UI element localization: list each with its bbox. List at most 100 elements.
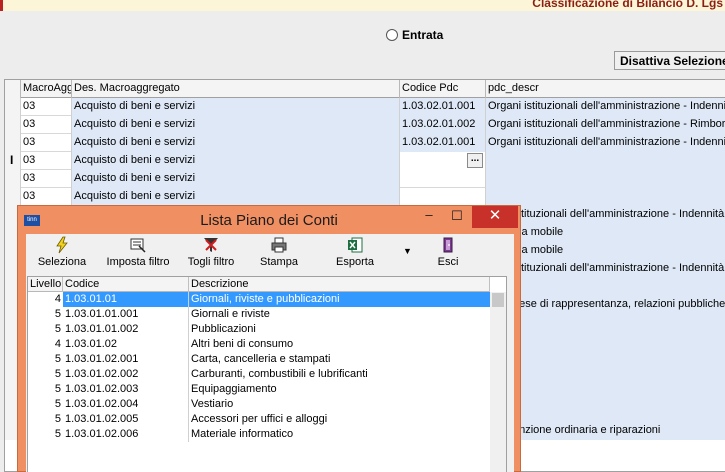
maximize-icon[interactable]: ☐ <box>444 208 470 230</box>
grid-header-pdc-descr[interactable]: pdc_descr <box>486 80 725 98</box>
list-item[interactable]: 4 1.03.01.02 Altri beni di consumo <box>28 337 490 352</box>
row-selector[interactable]: I <box>5 152 21 170</box>
list-item[interactable]: 5 1.03.01.02.005 Accessori per uffici e al… <box>28 412 490 427</box>
grid-header-selector <box>5 80 21 98</box>
row-selector[interactable] <box>5 170 21 188</box>
minimize-icon[interactable]: – <box>416 207 442 229</box>
stampa-button[interactable]: Stampa <box>252 234 306 274</box>
list-cell-descrizione: Carburanti, combustibili e lubrificanti <box>191 368 368 380</box>
cell-des-macro[interactable]: Acquisto di beni e servizi <box>72 188 400 206</box>
esporta-label: Esporta <box>336 256 374 268</box>
list-item[interactable]: 5 1.03.01.01.001 Giornali e riviste <box>28 307 490 322</box>
list-cell-descrizione: Accessori per uffici e alloggi <box>191 413 328 425</box>
cell-des-macro[interactable]: Acquisto di beni e servizi <box>72 152 400 170</box>
list-item[interactable]: 5 1.03.01.02.001 Carta, cancelleria e stam… <box>28 352 490 367</box>
list-cell-descrizione: Vestiario <box>191 398 234 410</box>
cell-des-macro[interactable]: Acquisto di beni e servizi <box>72 116 400 134</box>
table-row[interactable]: 03 Acquisto di beni e servizi <box>5 188 725 206</box>
list-cell-codice: 1.03.01.02.006 <box>63 427 189 442</box>
list-cell-codice: 1.03.01.01.002 <box>63 322 189 337</box>
cell-macroagg[interactable]: 03 <box>21 98 72 116</box>
row-selector[interactable] <box>5 116 21 134</box>
filter-remove-icon <box>204 238 218 252</box>
cell-pdc-descr: Organi istituzionali dell'amministrazion… <box>486 116 725 134</box>
imposta-filtro-label: Imposta filtro <box>106 256 170 268</box>
list-scrollbar-thumb[interactable] <box>492 293 504 307</box>
close-icon[interactable]: ✕ <box>472 206 518 228</box>
cell-pdc-descr <box>486 188 725 206</box>
grid-header-macroagg[interactable]: MacroAgg. <box>21 80 72 98</box>
cell-pdc-descr <box>486 170 725 188</box>
table-row[interactable]: 03 Acquisto di beni e servizi 1.03.02.01.0… <box>5 116 725 134</box>
list-cell-livello: 5 <box>54 428 61 440</box>
list-item[interactable]: 5 1.03.01.02.002 Carburanti, combustibili … <box>28 367 490 382</box>
list-item[interactable]: 5 1.03.01.01.002 Pubblicazioni <box>28 322 490 337</box>
table-row[interactable]: I 03 Acquisto di beni e servizi... <box>5 152 725 170</box>
list-cell-descrizione: Carta, cancelleria e stampati <box>191 353 331 365</box>
list-item[interactable]: 5 1.03.01.02.003 Equipaggiamento <box>28 382 490 397</box>
list-item[interactable]: 4 1.03.01.01 Giornali, riviste e pubblicaz… <box>28 292 490 307</box>
list-header-codice[interactable]: Codice <box>63 277 189 292</box>
cell-codice-pdc[interactable]: 1.03.02.01.001 <box>400 134 486 152</box>
dialog-titlebar[interactable]: tinn Lista Piano dei Conti – ☐ ✕ <box>18 206 520 234</box>
cell-pdc-descr: pese di rappresentanza, relazioni pubbli… <box>511 296 725 314</box>
disable-selection-button[interactable]: Disattiva Selezione <box>614 51 725 70</box>
cell-codice-pdc[interactable] <box>400 170 486 188</box>
cell-pdc-descr <box>511 386 725 404</box>
list-cell-codice: 1.03.01.02 <box>63 337 189 352</box>
list-scrollbar[interactable] <box>490 292 506 472</box>
cell-macroagg[interactable]: 03 <box>21 134 72 152</box>
togli-filtro-button[interactable]: Togli filtro <box>184 234 238 274</box>
list-cell-codice: 1.03.01.01 <box>63 292 189 307</box>
cell-des-macro[interactable]: Acquisto di beni e servizi <box>72 134 400 152</box>
esci-button[interactable]: Esci <box>422 234 474 274</box>
cell-pdc-descr <box>511 278 725 296</box>
list-item[interactable]: 5 1.03.01.02.006 Materiale informatico <box>28 427 490 442</box>
cell-pdc-descr <box>486 152 725 170</box>
cell-codice-pdc[interactable]: 1.03.02.01.002 <box>400 116 486 134</box>
piano-conti-list[interactable]: Livello Codice Descrizione 4 1.03.01.01 Gi… <box>27 276 507 472</box>
list-header-descrizione[interactable]: Descrizione <box>189 277 490 292</box>
cell-des-macro[interactable]: Acquisto di beni e servizi <box>72 170 400 188</box>
seleziona-button[interactable]: Seleziona <box>36 234 88 274</box>
list-cell-livello: 4 <box>54 338 61 350</box>
lookup-ellipsis-button[interactable]: ... <box>467 153 483 168</box>
printer-icon <box>271 237 287 253</box>
table-row[interactable]: 03 Acquisto di beni e servizi 1.03.02.01.0… <box>5 98 725 116</box>
dialog-body: Seleziona Imposta filtro Togli filtro St… <box>26 234 514 472</box>
stampa-label: Stampa <box>260 256 298 268</box>
list-cell-descrizione: Materiale informatico <box>191 428 294 440</box>
list-item[interactable]: 5 1.03.01.02.004 Vestiario <box>28 397 490 412</box>
esporta-dropdown-icon[interactable]: ▼ <box>403 246 412 256</box>
grid-header: MacroAgg. Des. Macroaggregato Codice Pdc… <box>5 80 725 98</box>
filter-set-icon <box>130 238 146 253</box>
cell-pdc-descr <box>511 404 725 422</box>
imposta-filtro-button[interactable]: Imposta filtro <box>106 234 170 274</box>
cell-macroagg[interactable]: 03 <box>21 170 72 188</box>
grid-header-des-macro[interactable]: Des. Macroaggregato <box>72 80 400 98</box>
row-selector[interactable] <box>5 98 21 116</box>
cell-des-macro[interactable]: Acquisto di beni e servizi <box>72 98 400 116</box>
cell-pdc-descr: istituzionali dell'amministrazione - Ind… <box>511 206 725 224</box>
window-title: Classificazione di Bilancio D. Lgs <box>532 0 723 10</box>
list-cell-livello: 5 <box>54 323 61 335</box>
row-selector[interactable] <box>5 188 21 206</box>
cell-macroagg[interactable]: 03 <box>21 152 72 170</box>
grid-header-codice-pdc[interactable]: Codice Pdc <box>400 80 486 98</box>
list-header-livello[interactable]: Livello <box>28 277 63 292</box>
cell-pdc-descr <box>511 332 725 350</box>
cell-codice-pdc[interactable]: 1.03.02.01.001 <box>400 98 486 116</box>
entrata-radio[interactable] <box>386 29 398 41</box>
cell-macroagg[interactable]: 03 <box>21 188 72 206</box>
cell-codice-pdc[interactable]: ... <box>400 152 486 170</box>
cell-pdc-descr <box>511 350 725 368</box>
table-row[interactable]: 03 Acquisto di beni e servizi <box>5 170 725 188</box>
table-row[interactable]: 03 Acquisto di beni e servizi 1.03.02.01.0… <box>5 134 725 152</box>
cell-codice-pdc[interactable] <box>400 188 486 206</box>
list-cell-codice: 1.03.01.02.002 <box>63 367 189 382</box>
esporta-button[interactable]: Esporta <box>324 234 386 274</box>
row-selector[interactable] <box>5 134 21 152</box>
cell-macroagg[interactable]: 03 <box>21 116 72 134</box>
list-header: Livello Codice Descrizione <box>28 277 490 292</box>
entrata-radio-group[interactable]: Entrata <box>386 28 443 42</box>
